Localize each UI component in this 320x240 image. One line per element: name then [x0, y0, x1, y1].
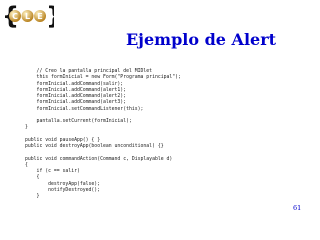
slide-title: Ejemplo de Alert — [125, 30, 277, 49]
logo-brace-right: } — [46, 2, 54, 30]
logo-letter: L — [25, 12, 30, 21]
logo-letter: E — [37, 12, 42, 21]
code-block: // Creo la pantalla principal del MIDlet… — [25, 69, 305, 200]
code-line: } — [25, 194, 40, 199]
logo-letter: C — [12, 12, 18, 21]
slide: { "logo": { "letters": ["C", "L", "E"], … — [0, 0, 320, 240]
page-number: 61 — [293, 204, 302, 212]
cle-logo: { C L E } — [2, 2, 54, 30]
